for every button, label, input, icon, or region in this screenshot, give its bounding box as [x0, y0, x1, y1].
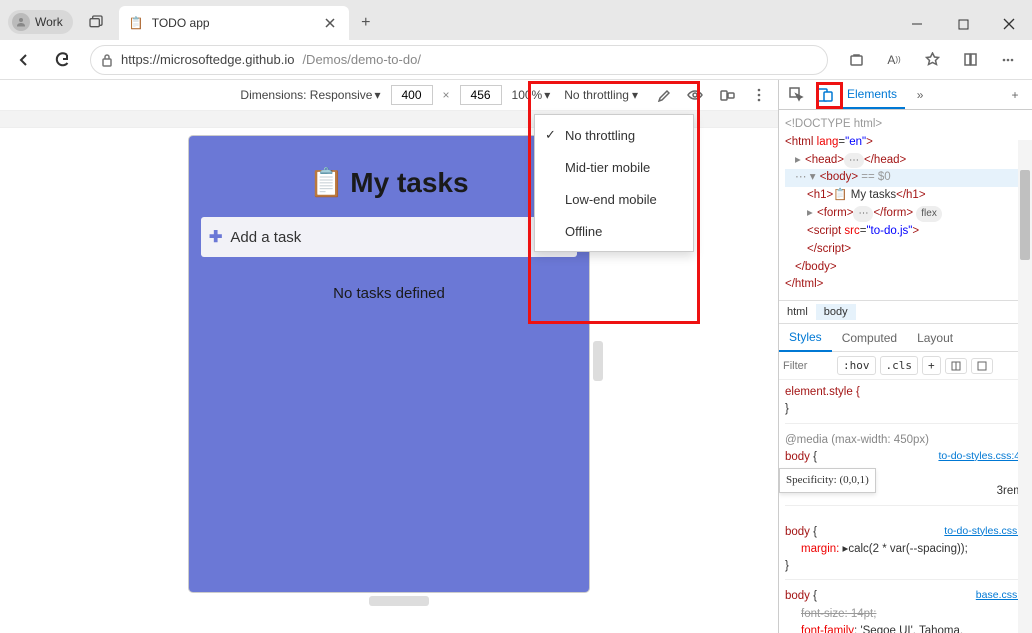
- toolbar: https://microsoftedge.github.io/Demos/de…: [0, 40, 1032, 80]
- dom-tree[interactable]: <!DOCTYPE html> <html lang="en"> ▸<head>…: [779, 110, 1032, 300]
- resize-handle-right[interactable]: [593, 341, 603, 381]
- read-aloud-icon[interactable]: A)): [876, 44, 912, 76]
- new-tab-button[interactable]: +: [349, 6, 383, 40]
- toggle-visibility-icon[interactable]: [684, 84, 706, 106]
- src-link-2[interactable]: to-do-styles.css:1: [944, 524, 1026, 540]
- computed-sidebar-icon[interactable]: [945, 358, 967, 374]
- breadcrumb: html body: [779, 300, 1032, 324]
- tab-close-icon[interactable]: [321, 14, 339, 32]
- new-rule-icon[interactable]: +: [922, 356, 941, 375]
- collections-icon[interactable]: [952, 44, 988, 76]
- cls-toggle[interactable]: .cls: [880, 356, 919, 375]
- specificity-tooltip: Specificity: (0,0,1): [779, 468, 876, 493]
- throttling-dropdown[interactable]: No throttling ▾: [560, 86, 642, 104]
- styles-filter-input[interactable]: [783, 360, 833, 372]
- device-toolbar: Dimensions: Responsive ▾ × 100% ▾ No thr…: [0, 80, 778, 110]
- title-emoji-icon: 📋: [309, 167, 344, 198]
- profile-chip[interactable]: Work: [8, 10, 73, 34]
- url-path: /Demos/demo-to-do/: [302, 52, 421, 67]
- back-button[interactable]: [6, 44, 42, 76]
- dom-doctype: <!DOCTYPE html>: [785, 116, 1026, 134]
- app-available-icon[interactable]: [838, 44, 874, 76]
- tab-elements[interactable]: Elements: [839, 81, 905, 109]
- throttling-menu: No throttling Mid-tier mobile Low-end mo…: [534, 114, 694, 252]
- dimensions-dropdown[interactable]: Dimensions: Responsive ▾: [240, 88, 380, 102]
- favorite-icon[interactable]: [914, 44, 950, 76]
- devtools-panel: Elements » + <!DOCTYPE html> <html lang=…: [778, 80, 1032, 633]
- rendering-icon[interactable]: [971, 358, 993, 374]
- styles-filter-row: :hov .cls +: [779, 352, 1032, 380]
- rotate-icon[interactable]: [716, 84, 738, 106]
- devtools-tabs: Elements » +: [779, 80, 1032, 110]
- tab-title: TODO app: [152, 16, 210, 30]
- throttle-option-lowend[interactable]: Low-end mobile: [535, 183, 693, 215]
- width-input[interactable]: [391, 85, 433, 105]
- url-host: https://microsoftedge.github.io: [121, 52, 294, 67]
- viewport-area: Dimensions: Responsive ▾ × 100% ▾ No thr…: [0, 80, 778, 633]
- tab-computed[interactable]: Computed: [832, 325, 907, 351]
- profile-label: Work: [35, 15, 63, 29]
- inspect-icon[interactable]: [783, 82, 809, 108]
- throttle-option-midtier[interactable]: Mid-tier mobile: [535, 151, 693, 183]
- throttle-option-offline[interactable]: Offline: [535, 215, 693, 247]
- refresh-button[interactable]: [44, 44, 80, 76]
- crumb-html[interactable]: html: [779, 304, 816, 320]
- page-title: 📋My tasks: [201, 166, 577, 199]
- src-link-1[interactable]: to-do-styles.css:40: [938, 449, 1026, 465]
- lock-icon: [101, 53, 113, 67]
- device-toggle-icon[interactable]: [811, 82, 837, 108]
- browser-tab[interactable]: 📋 TODO app: [119, 6, 349, 40]
- workspaces-icon[interactable]: [81, 4, 111, 40]
- tab-layout[interactable]: Layout: [907, 325, 963, 351]
- titlebar: Work 📋 TODO app +: [0, 0, 1032, 40]
- emulated-viewport: 📋My tasks ✚ Add a task ➜ No tasks define…: [189, 136, 589, 592]
- close-button[interactable]: [986, 8, 1032, 40]
- tab-favicon: 📋: [129, 16, 144, 30]
- address-bar[interactable]: https://microsoftedge.github.io/Demos/de…: [90, 45, 828, 75]
- scrollbar-thumb[interactable]: [1020, 170, 1030, 260]
- hov-toggle[interactable]: :hov: [837, 356, 876, 375]
- dim-separator: ×: [443, 88, 450, 102]
- height-input[interactable]: [460, 85, 502, 105]
- more-tabs-icon[interactable]: »: [907, 82, 933, 108]
- resize-handle-bottom[interactable]: [369, 596, 429, 606]
- maximize-button[interactable]: [940, 8, 986, 40]
- eyedropper-icon[interactable]: [652, 84, 674, 106]
- crumb-body[interactable]: body: [816, 304, 856, 320]
- styles-rules[interactable]: element.style { } @media (max-width: 450…: [779, 380, 1032, 633]
- tab-styles[interactable]: Styles: [779, 324, 832, 352]
- styles-tabs: Styles Computed Layout »: [779, 324, 1032, 352]
- add-task-row[interactable]: ✚ Add a task ➜: [201, 217, 577, 257]
- throttle-option-none[interactable]: No throttling: [535, 119, 693, 151]
- plus-icon: ✚: [209, 227, 222, 247]
- settings-menu-icon[interactable]: [990, 44, 1026, 76]
- avatar-icon: [12, 13, 30, 31]
- window-controls: [894, 8, 1032, 40]
- zoom-dropdown[interactable]: 100% ▾: [512, 88, 551, 102]
- add-task-placeholder: Add a task: [230, 229, 539, 246]
- add-tab-icon[interactable]: +: [1002, 82, 1028, 108]
- more-options-icon[interactable]: [748, 84, 770, 106]
- minimize-button[interactable]: [894, 8, 940, 40]
- empty-state: No tasks defined: [201, 285, 577, 302]
